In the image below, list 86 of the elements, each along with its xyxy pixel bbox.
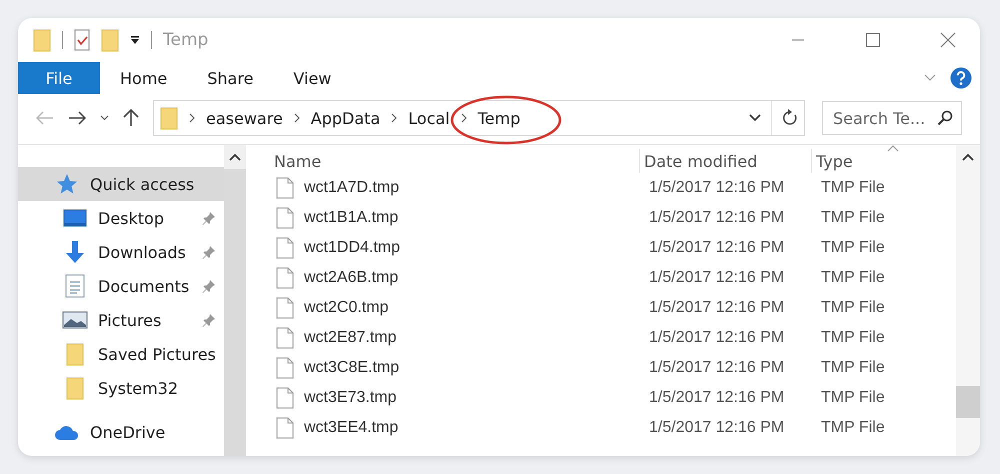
file-icon	[276, 177, 294, 199]
file-icon	[276, 387, 294, 409]
type-cell-text: TMP File	[820, 299, 886, 317]
sidebar-item[interactable]: Desktop	[18, 201, 224, 235]
sidebar-item[interactable]: System32	[18, 371, 224, 405]
search-icon	[937, 110, 953, 126]
sidebar-item[interactable]: Saved Pictures	[18, 337, 224, 371]
up-arrow-icon[interactable]	[123, 109, 139, 127]
date-cell-text: 1/5/2017 12:16 PM	[648, 179, 786, 197]
date-cell-text: 1/5/2017 12:16 PM	[648, 329, 786, 347]
file-name[interactable]: wct2E87.tmp	[304, 329, 396, 347]
refresh-icon[interactable]	[782, 109, 798, 127]
column-header[interactable]: Type	[816, 152, 853, 170]
type-cell-text: TMP File	[820, 269, 886, 287]
file-name[interactable]: wct2A6B.tmp	[304, 269, 398, 287]
help-icon[interactable]	[950, 67, 972, 89]
file-icon	[276, 327, 294, 349]
type-cell-text: TMP File	[820, 359, 886, 377]
type-cell-text: TMP File	[820, 389, 886, 407]
picture-icon	[62, 311, 88, 329]
file-name[interactable]: wct1A7D.tmp	[304, 179, 400, 197]
scrollbar-thumb[interactable]	[956, 386, 980, 418]
column-header[interactable]: Name	[274, 152, 322, 170]
file-name[interactable]: wct2C0.tmp	[304, 299, 388, 317]
type-cell-text: TMP File	[820, 239, 886, 257]
chevron-right-icon	[460, 113, 467, 123]
close-icon[interactable]	[940, 32, 956, 48]
sidebar-item[interactable]: Documents	[18, 269, 224, 303]
checklist-icon[interactable]	[74, 29, 90, 51]
breadcrumb[interactable]: AppData	[310, 108, 380, 128]
breadcrumb[interactable]: Temp	[478, 108, 520, 128]
forward-arrow-icon[interactable]	[68, 111, 86, 125]
date-cell-text: 1/5/2017 12:16 PM	[648, 389, 786, 407]
date-cell-text: 1/5/2017 12:16 PM	[648, 419, 786, 437]
sidebar-item[interactable]: Downloads	[18, 235, 224, 269]
chevron-right-icon	[189, 113, 195, 123]
ribbon-tab[interactable]: Share	[187, 62, 274, 94]
scrollbar[interactable]	[956, 145, 980, 456]
type-cell-text: TMP File	[820, 179, 886, 197]
document-icon	[65, 274, 85, 298]
file-icon	[276, 297, 294, 319]
dropdown-icon[interactable]	[130, 35, 140, 45]
file-name[interactable]: wct3C8E.tmp	[304, 359, 400, 377]
breadcrumb[interactable]: easeware	[206, 108, 283, 128]
scrollbar[interactable]	[224, 145, 246, 456]
file-icon	[276, 207, 294, 229]
file-icon	[276, 357, 294, 379]
chevron-down-icon[interactable]	[749, 114, 761, 122]
folder-icon	[66, 342, 84, 366]
file-name[interactable]: wct3E73.tmp	[304, 389, 396, 407]
type-cell-text: TMP File	[820, 419, 886, 437]
chevron-down-icon[interactable]	[100, 115, 109, 121]
file-name[interactable]: wct1DD4.tmp	[304, 239, 400, 257]
ribbon-tab[interactable]: Home	[100, 62, 188, 94]
search-field[interactable]: Search Te...	[822, 101, 962, 135]
scroll-up-icon	[962, 153, 974, 161]
folder-icon	[160, 106, 178, 130]
file-icon	[276, 267, 294, 289]
date-cell-text: 1/5/2017 12:16 PM	[648, 239, 786, 257]
file-name[interactable]: wct3EE4.tmp	[304, 419, 398, 437]
chevron-right-icon	[294, 113, 300, 123]
sidebar-item[interactable]: Quick access	[18, 167, 224, 201]
sidebar-item[interactable]: OneDrive	[18, 415, 224, 449]
file-menu-button[interactable]: File	[18, 62, 100, 94]
date-cell-text: 1/5/2017 12:16 PM	[648, 209, 786, 227]
maximize-icon[interactable]	[865, 32, 881, 48]
sidebar-item[interactable]: Pictures	[18, 303, 224, 337]
file-icon	[276, 417, 294, 439]
folder-icon	[66, 376, 84, 400]
date-cell-text: 1/5/2017 12:16 PM	[648, 299, 786, 317]
star-icon	[56, 173, 78, 195]
chevron-right-icon	[391, 113, 398, 123]
type-cell-text: TMP File	[820, 209, 886, 227]
file-name[interactable]: wct1B1A.tmp	[304, 209, 398, 227]
type-cell-text: TMP File	[820, 329, 886, 347]
download-icon	[63, 240, 87, 264]
date-cell-text: 1/5/2017 12:16 PM	[648, 359, 786, 377]
window-title: Temp	[163, 30, 208, 50]
desktop-icon	[63, 209, 87, 227]
ribbon-tab[interactable]: View	[273, 62, 352, 94]
file-icon	[276, 237, 294, 259]
breadcrumb[interactable]: Local	[408, 108, 450, 128]
cloud-icon	[54, 423, 80, 441]
column-header[interactable]: Date modified	[644, 152, 758, 170]
scroll-up-icon	[228, 153, 241, 161]
date-cell-text: 1/5/2017 12:16 PM	[648, 269, 786, 287]
